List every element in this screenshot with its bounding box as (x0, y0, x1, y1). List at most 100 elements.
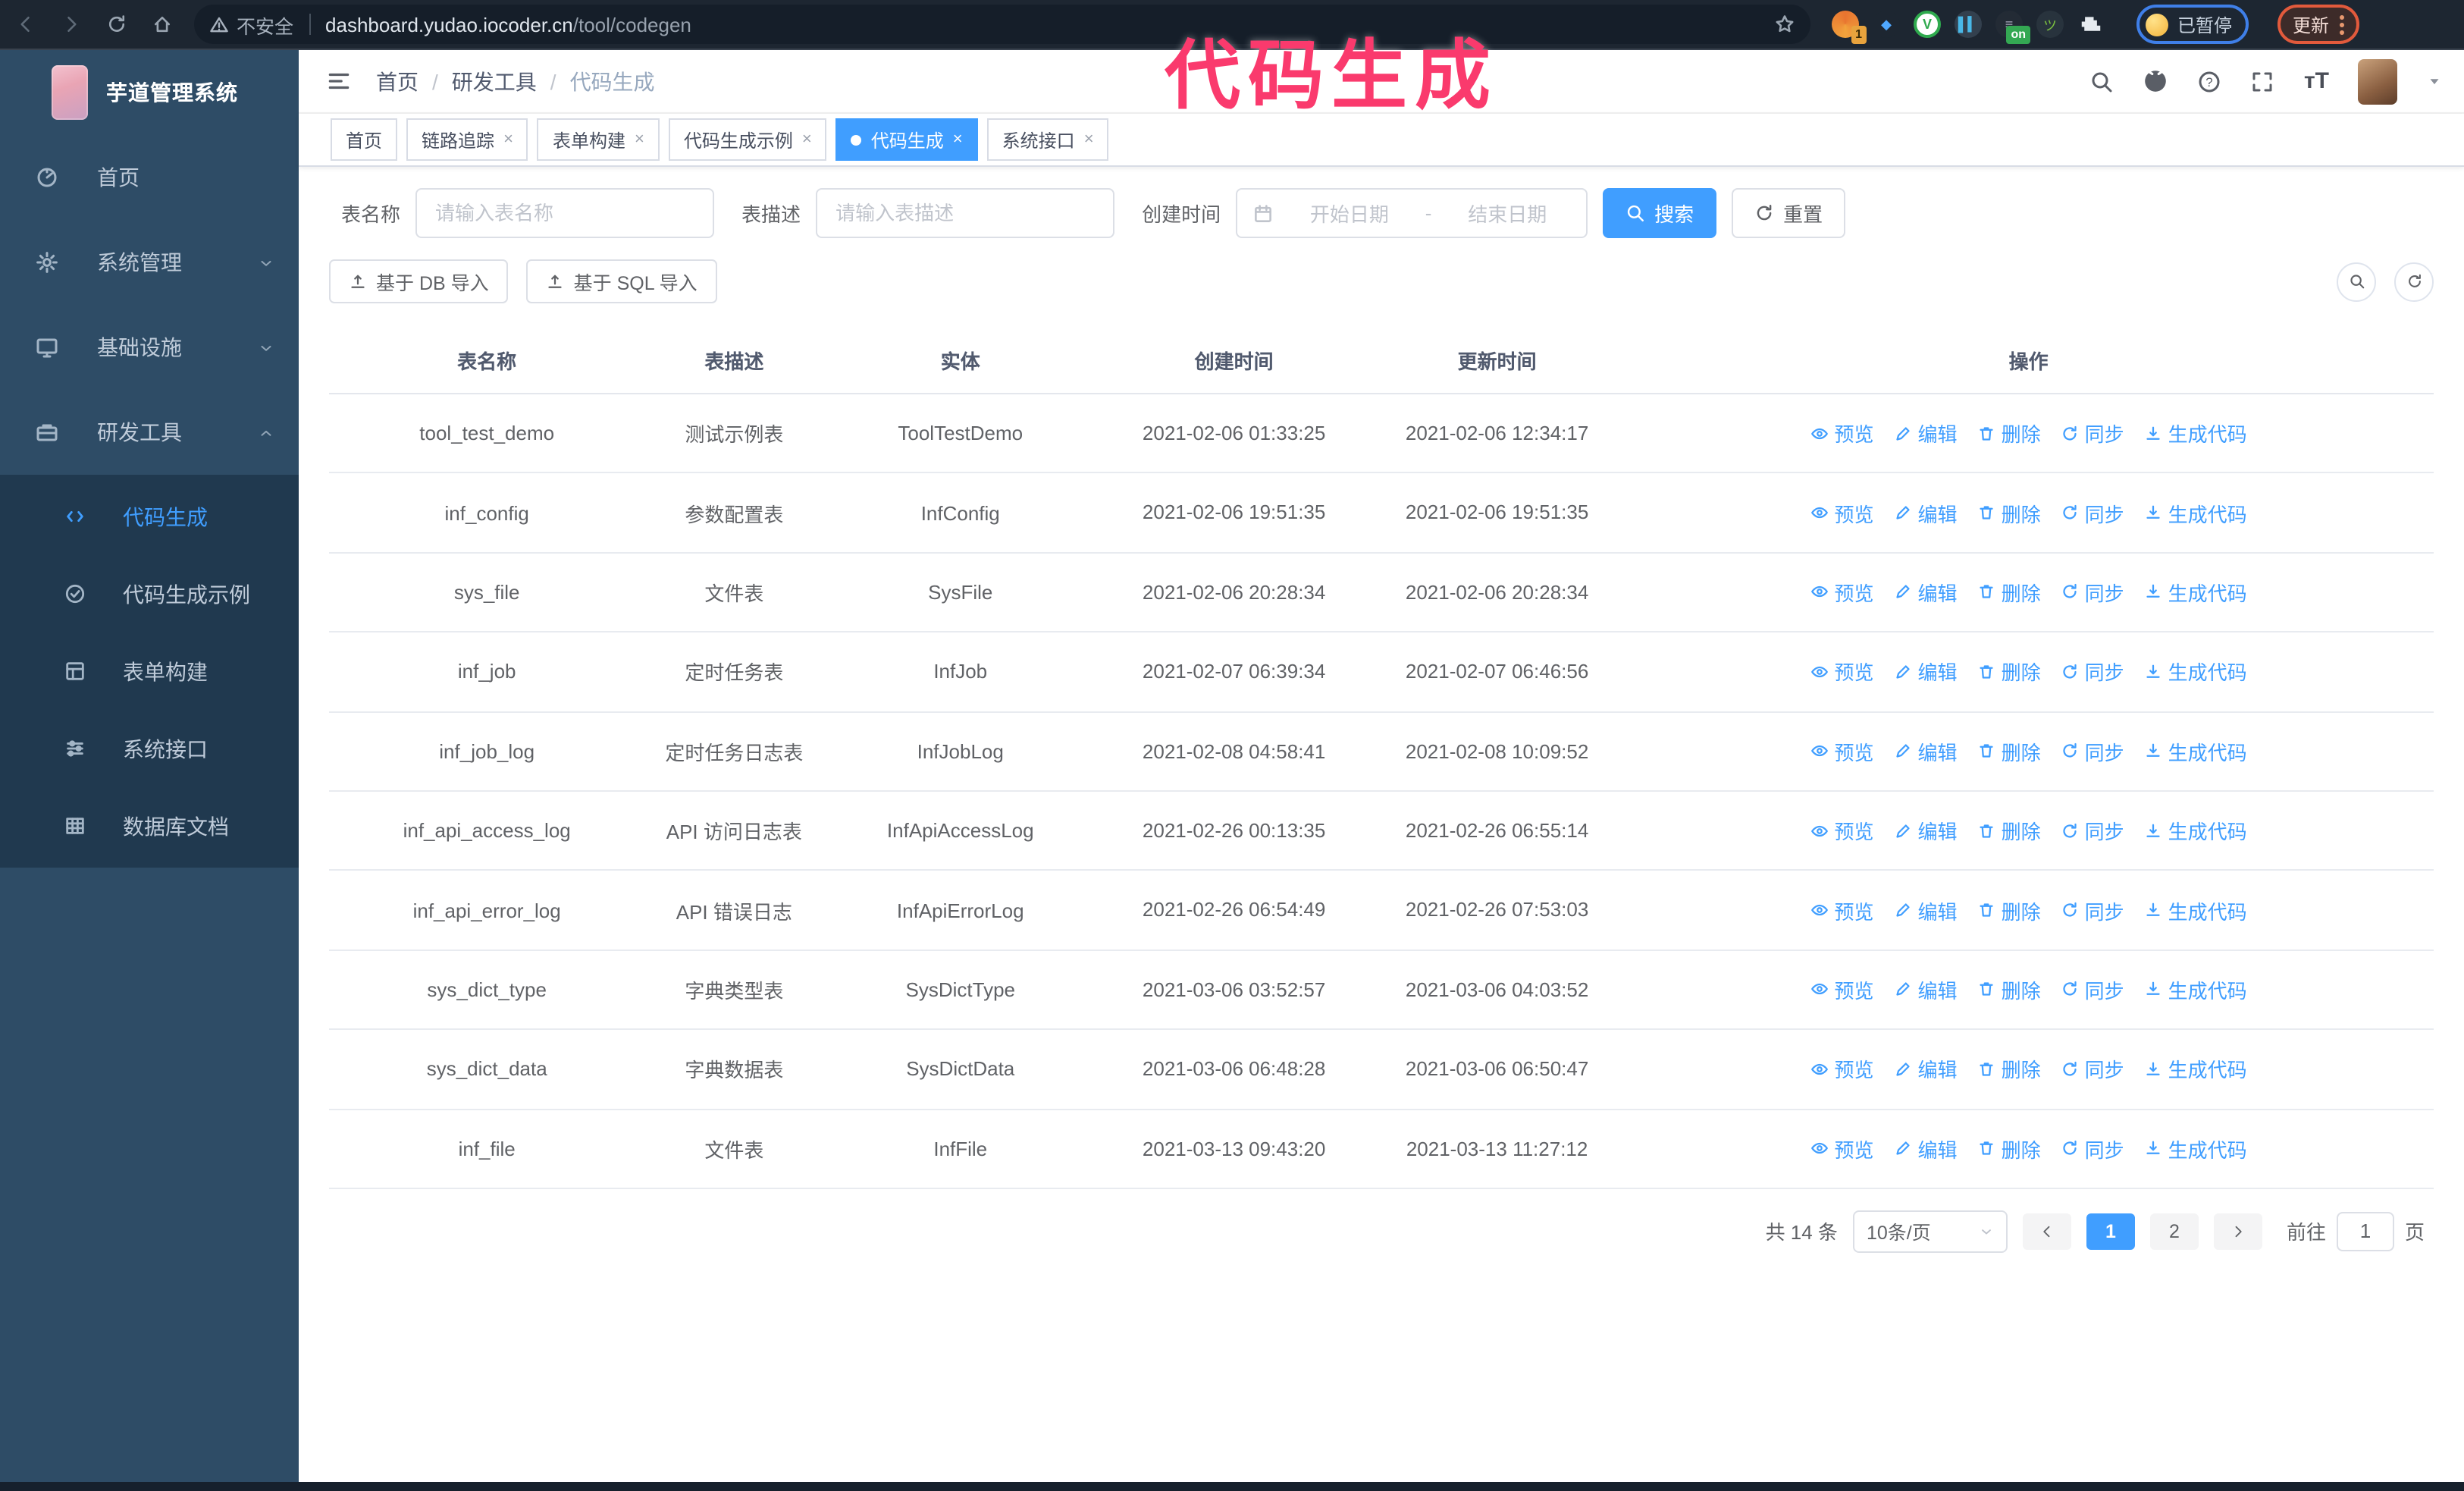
table-desc-input[interactable] (816, 188, 1115, 238)
menu-kebab-icon[interactable] (2340, 14, 2345, 34)
sidebar-item-1[interactable]: 系统管理 (0, 220, 299, 305)
next-page-button[interactable] (2213, 1213, 2262, 1250)
edit-link[interactable]: 编辑 (1894, 498, 1958, 527)
edit-link[interactable]: 编辑 (1894, 1055, 1958, 1084)
tab-2[interactable]: 表单构建 × (537, 118, 660, 161)
extension-gem-icon[interactable]: ◆ (1873, 11, 1900, 38)
table-name-input[interactable] (415, 188, 715, 238)
paused-extension-pill[interactable]: 已暂停 (2136, 5, 2249, 44)
generate-code-link[interactable]: 生成代码 (2144, 1055, 2247, 1084)
preview-link[interactable]: 预览 (1810, 1134, 1874, 1163)
preview-link[interactable]: 预览 (1810, 658, 1874, 686)
preview-link[interactable]: 预览 (1810, 1055, 1874, 1084)
sidebar-item-3[interactable]: 研发工具 (0, 390, 299, 475)
reload-icon[interactable] (97, 5, 136, 44)
tab-close-icon[interactable]: × (635, 130, 644, 149)
breadcrumb-home[interactable]: 首页 (376, 66, 419, 96)
sidebar-subitem-3[interactable]: 系统接口 (0, 710, 299, 787)
extension-columns-icon[interactable]: ▌▍ (1955, 11, 1982, 38)
sidebar-subitem-1[interactable]: 代码生成示例 (0, 555, 299, 632)
page-button-2[interactable]: 2 (2149, 1213, 2199, 1250)
puzzle-icon[interactable] (2077, 11, 2105, 38)
sync-link[interactable]: 同步 (2061, 498, 2124, 527)
fullscreen-icon[interactable] (2251, 69, 2275, 93)
preview-link[interactable]: 预览 (1810, 578, 1874, 607)
sidebar-subitem-0[interactable]: 代码生成 (0, 478, 299, 555)
import-sql-button[interactable]: 基于 SQL 导入 (526, 259, 717, 303)
edit-link[interactable]: 编辑 (1894, 658, 1958, 686)
generate-code-link[interactable]: 生成代码 (2144, 896, 2247, 924)
sync-link[interactable]: 同步 (2061, 896, 2124, 924)
preview-link[interactable]: 预览 (1810, 975, 1874, 1004)
edit-link[interactable]: 编辑 (1894, 737, 1958, 766)
refresh-table-button[interactable] (2394, 262, 2434, 301)
logo[interactable]: 芋道管理系统 (0, 50, 299, 135)
sync-link[interactable]: 同步 (2061, 1134, 2124, 1163)
forward-icon[interactable] (52, 5, 91, 44)
generate-code-link[interactable]: 生成代码 (2144, 498, 2247, 527)
edit-link[interactable]: 编辑 (1894, 975, 1958, 1004)
generate-code-link[interactable]: 生成代码 (2144, 578, 2247, 607)
preview-link[interactable]: 预览 (1810, 816, 1874, 845)
sidebar-subitem-4[interactable]: 数据库文档 (0, 787, 299, 865)
tab-close-icon[interactable]: × (802, 130, 812, 149)
extension-dev-icon[interactable]: ≡ on (1995, 11, 2030, 44)
prev-page-button[interactable] (2022, 1213, 2071, 1250)
search-icon[interactable] (2090, 69, 2114, 93)
collapse-sidebar-icon[interactable] (326, 68, 352, 94)
tab-close-icon[interactable]: × (1084, 130, 1094, 149)
tab-4[interactable]: 代码生成 × (835, 118, 978, 161)
delete-link[interactable]: 删除 (1977, 737, 2041, 766)
delete-link[interactable]: 删除 (1977, 975, 2041, 1004)
delete-link[interactable]: 删除 (1977, 498, 2041, 527)
tab-0[interactable]: 首页 (331, 118, 398, 161)
help-icon[interactable]: ? (2198, 69, 2222, 93)
preview-link[interactable]: 预览 (1810, 498, 1874, 527)
edit-link[interactable]: 编辑 (1894, 419, 1958, 447)
delete-link[interactable]: 删除 (1977, 1134, 2041, 1163)
toggle-search-button[interactable] (2337, 262, 2376, 301)
date-end-placeholder[interactable]: 结束日期 (1444, 199, 1571, 228)
sync-link[interactable]: 同步 (2061, 419, 2124, 447)
page-size-select[interactable]: 10条/页 (1852, 1210, 2008, 1253)
sync-link[interactable]: 同步 (2061, 658, 2124, 686)
avatar-caret-icon[interactable] (2426, 73, 2443, 89)
generate-code-link[interactable]: 生成代码 (2144, 419, 2247, 447)
date-start-placeholder[interactable]: 开始日期 (1286, 199, 1413, 228)
import-db-button[interactable]: 基于 DB 导入 (329, 259, 509, 303)
sync-link[interactable]: 同步 (2061, 578, 2124, 607)
delete-link[interactable]: 删除 (1977, 896, 2041, 924)
date-range-picker[interactable]: 开始日期 - 结束日期 (1236, 188, 1588, 238)
sync-link[interactable]: 同步 (2061, 975, 2124, 1004)
preview-link[interactable]: 预览 (1810, 896, 1874, 924)
sync-link[interactable]: 同步 (2061, 816, 2124, 845)
tab-close-icon[interactable]: × (503, 130, 513, 149)
delete-link[interactable]: 删除 (1977, 658, 2041, 686)
tab-3[interactable]: 代码生成示例 × (668, 118, 827, 161)
edit-link[interactable]: 编辑 (1894, 578, 1958, 607)
preview-link[interactable]: 预览 (1810, 419, 1874, 447)
reset-button[interactable]: 重置 (1732, 188, 1846, 238)
edit-link[interactable]: 编辑 (1894, 816, 1958, 845)
tab-close-icon[interactable]: × (953, 130, 963, 149)
back-icon[interactable] (6, 5, 45, 44)
page-button-1[interactable]: 1 (2086, 1213, 2135, 1250)
breadcrumb-tools[interactable]: 研发工具 (452, 66, 537, 96)
delete-link[interactable]: 删除 (1977, 1055, 2041, 1084)
generate-code-link[interactable]: 生成代码 (2144, 737, 2247, 766)
sidebar-item-0[interactable]: 首页 (0, 135, 299, 220)
browser-update-button[interactable]: 更新 (2277, 5, 2360, 44)
extension-alien-icon[interactable]: ツ (2036, 11, 2064, 38)
edit-link[interactable]: 编辑 (1894, 1134, 1958, 1163)
generate-code-link[interactable]: 生成代码 (2144, 816, 2247, 845)
sync-link[interactable]: 同步 (2061, 737, 2124, 766)
edit-link[interactable]: 编辑 (1894, 896, 1958, 924)
delete-link[interactable]: 删除 (1977, 419, 2041, 447)
generate-code-link[interactable]: 生成代码 (2144, 975, 2247, 1004)
address-bar[interactable]: 不安全 dashboard.yudao.iocoder.cn/tool/code… (194, 5, 1810, 44)
delete-link[interactable]: 删除 (1977, 578, 2041, 607)
github-icon[interactable] (2143, 68, 2169, 94)
user-avatar[interactable] (2358, 58, 2397, 104)
home-icon[interactable] (143, 5, 182, 44)
goto-page-input[interactable] (2336, 1211, 2394, 1251)
